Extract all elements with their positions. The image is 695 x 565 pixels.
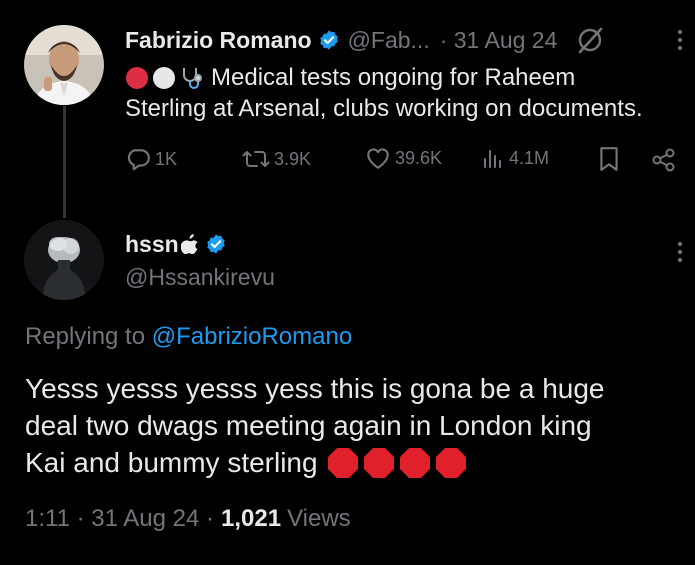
reply-count: 1K xyxy=(155,148,178,169)
reply-views-label: Views xyxy=(287,505,351,532)
more-options-icon[interactable] xyxy=(677,30,683,50)
tweet-date[interactable]: · 31 Aug 24 xyxy=(440,27,558,54)
tweet-text-line1: Medical tests ongoing for Raheem xyxy=(211,64,576,91)
replying-to-link[interactable]: @FabrizioRomano xyxy=(152,323,352,351)
stop-sign-emoji-icon xyxy=(327,447,358,478)
reply-text-line1: Yesss yesss yesss yess this is gona be a… xyxy=(25,373,605,404)
fabrizio-avatar[interactable] xyxy=(24,25,104,105)
red-circle-emoji-icon xyxy=(125,66,149,90)
repost-count: 3.9K xyxy=(274,148,312,169)
stethoscope-emoji-icon xyxy=(179,65,205,91)
reply-verified-badge-icon xyxy=(205,233,227,255)
reply-header: hssn xyxy=(125,229,227,259)
analytics-icon xyxy=(484,150,501,168)
apple-logo-icon xyxy=(180,234,199,254)
reply-author-name[interactable]: hssn xyxy=(125,231,179,258)
tweet-text: Medical tests ongoing for Raheem Sterlin… xyxy=(125,62,685,124)
repost-button[interactable]: 3.9K xyxy=(242,146,311,172)
share-button[interactable] xyxy=(650,146,678,174)
views-button[interactable]: 4.1M xyxy=(481,146,549,170)
verified-badge-icon xyxy=(318,29,340,51)
stop-sign-emoji-icon xyxy=(435,447,466,478)
reply-text: Yesss yesss yesss yess this is gona be a… xyxy=(25,370,685,481)
like-button[interactable]: 39.6K xyxy=(365,146,442,170)
author-handle[interactable]: @Fab... xyxy=(348,27,430,54)
reply-text-line2: deal two dwags meeting again in London k… xyxy=(25,410,592,441)
like-count: 39.6K xyxy=(395,147,443,168)
tweet-text-line2: Sterling at Arsenal, clubs working on do… xyxy=(125,95,643,122)
bookmark-button[interactable] xyxy=(598,146,620,172)
reply-timestamp[interactable]: 1:11 · 31 Aug 24 · xyxy=(25,505,214,533)
reply-more-options-icon[interactable] xyxy=(677,242,683,262)
reply-text-line3: Kai and bummy sterling xyxy=(25,447,318,478)
replying-to-label: Replying to xyxy=(25,323,152,350)
replying-to-line: Replying to @FabrizioRomano xyxy=(25,322,352,352)
reply-icon xyxy=(127,149,150,171)
reply-meta: 1:11 · 31 Aug 24 · 1,021 Views xyxy=(25,504,351,534)
grok-icon[interactable] xyxy=(575,25,605,55)
tweet-header: Fabrizio Romano @Fab... · 31 Aug 24 xyxy=(125,26,605,54)
views-count: 4.1M xyxy=(509,147,550,168)
hssn-avatar[interactable] xyxy=(24,220,104,300)
stop-sign-emojis xyxy=(326,447,467,479)
repost-icon xyxy=(242,151,270,167)
tweet-action-bar: 1K 3.9K 39.6K 4.1M xyxy=(125,146,685,176)
reply-views-count: 1,021 xyxy=(221,505,282,532)
reply-author-handle[interactable]: @Hssankirevu xyxy=(125,262,275,292)
bookmark-icon xyxy=(600,147,618,171)
author-name[interactable]: Fabrizio Romano xyxy=(125,27,312,54)
thread-connector-line xyxy=(63,106,66,218)
reply-button[interactable]: 1K xyxy=(125,146,177,172)
white-circle-emoji-icon xyxy=(152,66,176,90)
heart-icon xyxy=(367,148,389,169)
share-icon xyxy=(652,148,675,172)
stop-sign-emoji-icon xyxy=(363,447,394,478)
stop-sign-emoji-icon xyxy=(399,447,430,478)
